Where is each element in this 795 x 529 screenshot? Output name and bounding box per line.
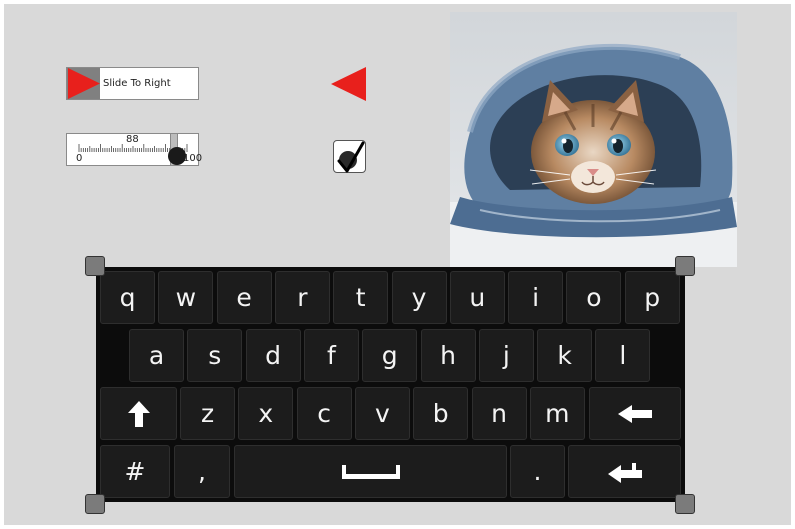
on-screen-keyboard: q w e r t y u i o p a s d f g h j k l z x c v b n m #,. xyxy=(96,267,685,502)
kitten-photo xyxy=(450,12,737,267)
slide-to-right-control[interactable]: Slide To Right xyxy=(66,67,199,100)
resize-handle-bottom-left[interactable] xyxy=(85,494,105,514)
key-label: i xyxy=(532,283,540,312)
key-label: x xyxy=(258,399,274,428)
key-y[interactable]: y xyxy=(391,271,447,324)
space-key[interactable] xyxy=(234,445,507,498)
period-key[interactable]: . xyxy=(510,445,565,498)
key-label: s xyxy=(208,341,222,370)
key-label: b xyxy=(432,399,449,428)
key-b[interactable]: b xyxy=(413,387,469,440)
ruler-value-label: 88 xyxy=(126,134,139,145)
key-label: w xyxy=(175,283,197,312)
key-z[interactable]: z xyxy=(180,387,235,440)
backspace-key[interactable] xyxy=(589,387,681,440)
comma-key[interactable]: , xyxy=(174,445,230,498)
shift-arrow-icon xyxy=(127,400,150,427)
slide-label: Slide To Right xyxy=(103,78,171,89)
key-r[interactable]: r xyxy=(274,271,330,324)
key-label: z xyxy=(200,399,215,428)
key-e[interactable]: e xyxy=(216,271,272,324)
key-o[interactable]: o xyxy=(566,271,622,324)
resize-handle-bottom-right[interactable] xyxy=(675,494,695,514)
shift-key[interactable] xyxy=(100,387,177,440)
key-d[interactable]: d xyxy=(245,329,301,382)
checkbox[interactable] xyxy=(333,140,366,173)
key-label: l xyxy=(619,341,627,370)
key-j[interactable]: j xyxy=(478,329,534,382)
key-label: d xyxy=(265,341,282,370)
key-q[interactable]: q xyxy=(100,271,155,324)
resize-handle-top-left[interactable] xyxy=(85,256,105,276)
key-h[interactable]: h xyxy=(420,329,476,382)
space-bar-icon xyxy=(341,464,400,479)
key-label: p xyxy=(644,283,661,312)
backspace-icon xyxy=(618,404,652,423)
enter-key[interactable] xyxy=(568,445,681,498)
key-label: f xyxy=(326,341,336,370)
ruler-slider[interactable]: 88 0 100 xyxy=(66,133,202,166)
ruler-min-label: 0 xyxy=(76,153,83,164)
hash-key[interactable]: # xyxy=(100,445,170,498)
key-t[interactable]: t xyxy=(333,271,389,324)
key-k[interactable]: k xyxy=(537,329,593,382)
key-label: e xyxy=(236,283,252,312)
key-label: h xyxy=(440,341,456,370)
key-label: u xyxy=(469,283,486,312)
key-g[interactable]: g xyxy=(362,329,418,382)
key-l[interactable]: l xyxy=(595,329,651,382)
key-v[interactable]: v xyxy=(354,387,410,440)
key-c[interactable]: c xyxy=(296,387,352,440)
key-label: y xyxy=(411,283,427,312)
slide-handle[interactable] xyxy=(67,68,100,99)
key-label: k xyxy=(557,341,572,370)
key-m[interactable]: m xyxy=(529,387,585,440)
key-label: j xyxy=(502,341,510,370)
resize-handle-top-right[interactable] xyxy=(675,256,695,276)
enter-icon xyxy=(607,461,642,483)
checkmark-icon xyxy=(337,141,365,173)
key-label: v xyxy=(374,399,390,428)
key-a[interactable]: a xyxy=(129,329,184,382)
left-triangle-icon[interactable] xyxy=(331,67,367,101)
key-label: # xyxy=(124,457,146,486)
key-label: . xyxy=(533,457,542,486)
key-label: o xyxy=(586,283,602,312)
key-label: m xyxy=(545,399,570,428)
key-label: c xyxy=(317,399,331,428)
key-label: g xyxy=(381,341,398,370)
key-s[interactable]: s xyxy=(187,329,243,382)
key-p[interactable]: p xyxy=(624,271,680,324)
key-label: a xyxy=(148,341,165,370)
key-label: q xyxy=(119,283,136,312)
key-i[interactable]: i xyxy=(508,271,564,324)
key-n[interactable]: n xyxy=(471,387,527,440)
key-w[interactable]: w xyxy=(158,271,214,324)
key-label: , xyxy=(198,457,206,486)
key-u[interactable]: u xyxy=(449,271,505,324)
key-f[interactable]: f xyxy=(303,329,359,382)
ruler-thumb[interactable] xyxy=(168,147,187,165)
key-label: t xyxy=(355,283,366,312)
key-x[interactable]: x xyxy=(238,387,294,440)
play-triangle-icon xyxy=(68,68,100,99)
key-label: n xyxy=(491,399,507,428)
key-label: r xyxy=(297,283,308,312)
